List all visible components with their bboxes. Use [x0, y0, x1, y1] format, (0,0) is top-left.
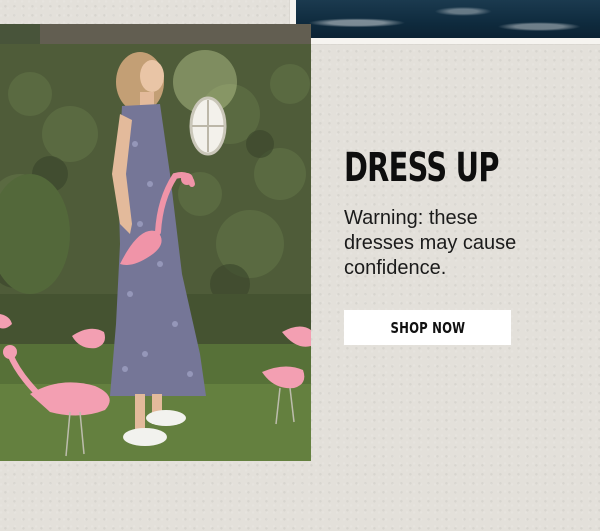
shop-now-label: SHOP NOW — [390, 318, 465, 337]
ocean-image[interactable] — [296, 0, 600, 38]
shop-now-button[interactable]: SHOP NOW — [344, 310, 511, 345]
promo-copy: DRESS UP Warning: these dresses may caus… — [344, 148, 574, 281]
hero-illustration — [0, 24, 311, 461]
top-photo-frame — [290, 0, 600, 44]
hero-image[interactable] — [0, 24, 311, 461]
promo-headline: DRESS UP — [344, 145, 499, 191]
promo-body-text: Warning: these dresses may cause confide… — [344, 207, 517, 279]
